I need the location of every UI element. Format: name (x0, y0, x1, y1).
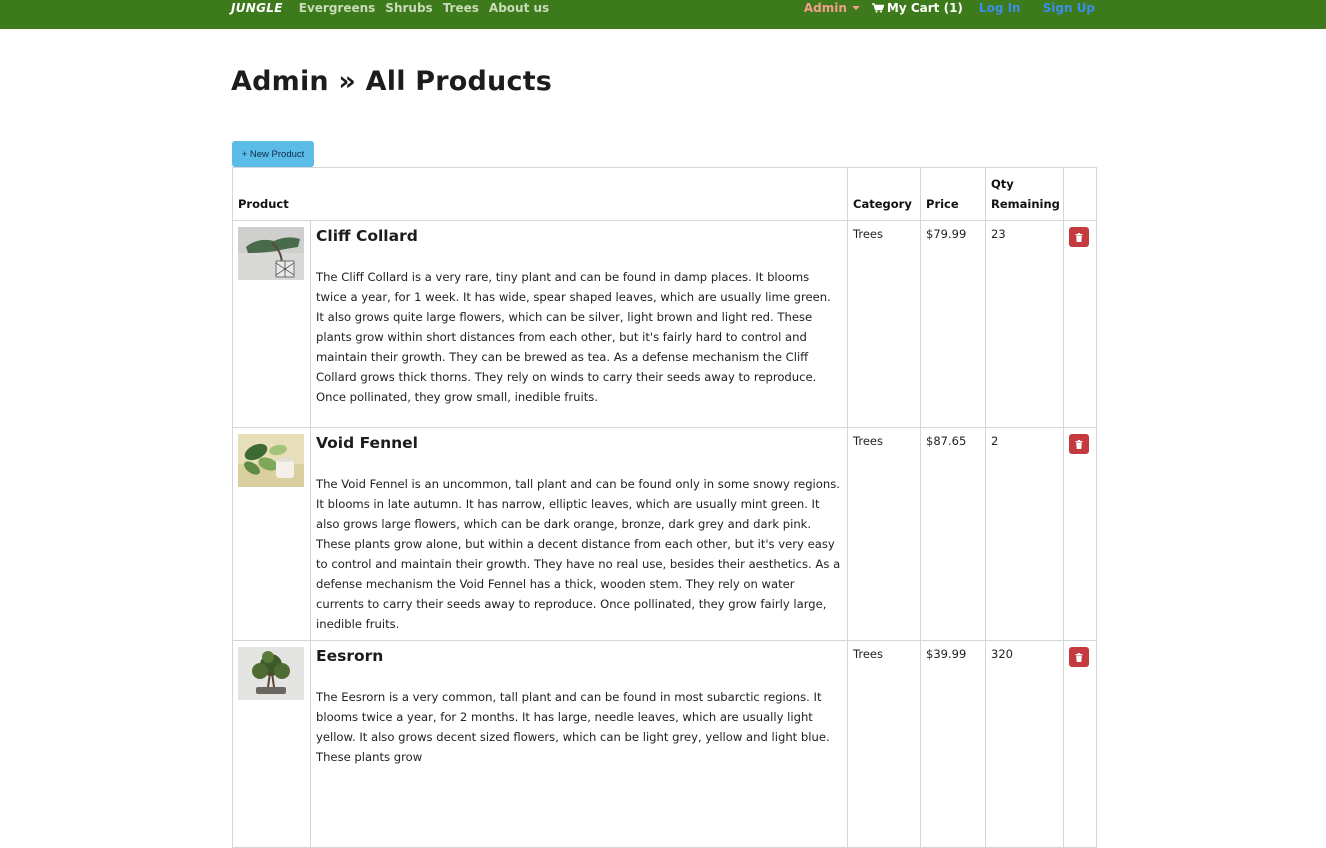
table-row: Void Fennel The Void Fennel is an uncomm… (232, 427, 1098, 641)
brand-logo[interactable]: JUNGLE (231, 1, 283, 15)
product-image-cell (232, 640, 311, 848)
table-row: Eesrorn The Eesrorn is a very common, ta… (232, 640, 1098, 848)
product-info-cell: Cliff Collard The Cliff Collard is a ver… (309, 220, 849, 428)
header-qty-line2: Remaining (991, 197, 1060, 211)
nav-link-shrubs[interactable]: Shrubs (385, 1, 432, 15)
product-price: $79.99 (920, 220, 987, 428)
delete-button[interactable] (1069, 434, 1090, 454)
delete-button[interactable] (1069, 647, 1090, 667)
product-name[interactable]: Void Fennel (316, 434, 842, 452)
product-actions-cell (1063, 640, 1098, 848)
product-qty: 320 (985, 640, 1065, 848)
product-description: The Eesrorn is a very common, tall plant… (316, 690, 830, 764)
admin-label: Admin (803, 1, 847, 15)
product-info-cell: Void Fennel The Void Fennel is an uncomm… (309, 427, 849, 641)
header-category: Category (847, 167, 922, 221)
product-qty: 23 (985, 220, 1065, 428)
product-image-cell (232, 427, 311, 641)
navbar-inner: JUNGLE Evergreens Shrubs Trees About us … (231, 0, 1095, 16)
header-product: Product (231, 167, 849, 221)
signup-link[interactable]: Sign Up (1043, 1, 1095, 15)
header-price: Price (920, 167, 987, 221)
product-image (238, 434, 304, 487)
nav-link-trees[interactable]: Trees (443, 1, 479, 15)
product-image-cell (232, 220, 311, 428)
product-category: Trees (847, 427, 922, 641)
header-actions (1063, 167, 1098, 221)
product-image (238, 647, 304, 700)
product-name[interactable]: Eesrorn (316, 647, 842, 665)
products-table: Product Category Price Qty Remaining Clif… (231, 167, 1098, 848)
product-actions-cell (1063, 427, 1098, 641)
cart-label: My Cart (1) (886, 1, 963, 15)
header-qty-line1: Qty (991, 177, 1014, 191)
admin-dropdown[interactable]: Admin (804, 1, 860, 15)
cart-icon (871, 3, 884, 13)
nav-right: Admin My Cart (1) Log In Sign Up (804, 1, 1095, 15)
product-info-cell: Eesrorn The Eesrorn is a very common, ta… (309, 640, 849, 848)
nav-link-evergreens[interactable]: Evergreens (299, 1, 376, 15)
product-actions-cell (1063, 220, 1098, 428)
caret-down-icon (851, 6, 860, 10)
my-cart-link[interactable]: My Cart (1) (871, 1, 963, 15)
table-header-row: Product Category Price Qty Remaining (231, 167, 1098, 221)
product-description: The Cliff Collard is a very rare, tiny p… (316, 270, 831, 404)
product-category: Trees (847, 220, 922, 428)
product-name[interactable]: Cliff Collard (316, 227, 842, 245)
login-link[interactable]: Log In (979, 1, 1021, 15)
nav-link-about[interactable]: About us (489, 1, 549, 15)
table-row: Cliff Collard The Cliff Collard is a ver… (232, 220, 1098, 428)
new-product-button[interactable]: + New Product (232, 141, 314, 167)
product-qty: 2 (985, 427, 1065, 641)
product-category: Trees (847, 640, 922, 848)
product-image (238, 227, 304, 280)
nav-links: Evergreens Shrubs Trees About us (299, 1, 549, 15)
product-price: $87.65 (920, 427, 987, 641)
delete-button[interactable] (1069, 227, 1090, 247)
page-title: Admin » All Products (231, 66, 553, 97)
product-price: $39.99 (920, 640, 987, 848)
header-qty: Qty Remaining (985, 167, 1065, 221)
trash-icon (1075, 232, 1083, 242)
trash-icon (1075, 652, 1083, 662)
product-description: The Void Fennel is an uncommon, tall pla… (316, 477, 841, 631)
top-navbar: JUNGLE Evergreens Shrubs Trees About us … (0, 0, 1326, 29)
trash-icon (1075, 439, 1083, 449)
